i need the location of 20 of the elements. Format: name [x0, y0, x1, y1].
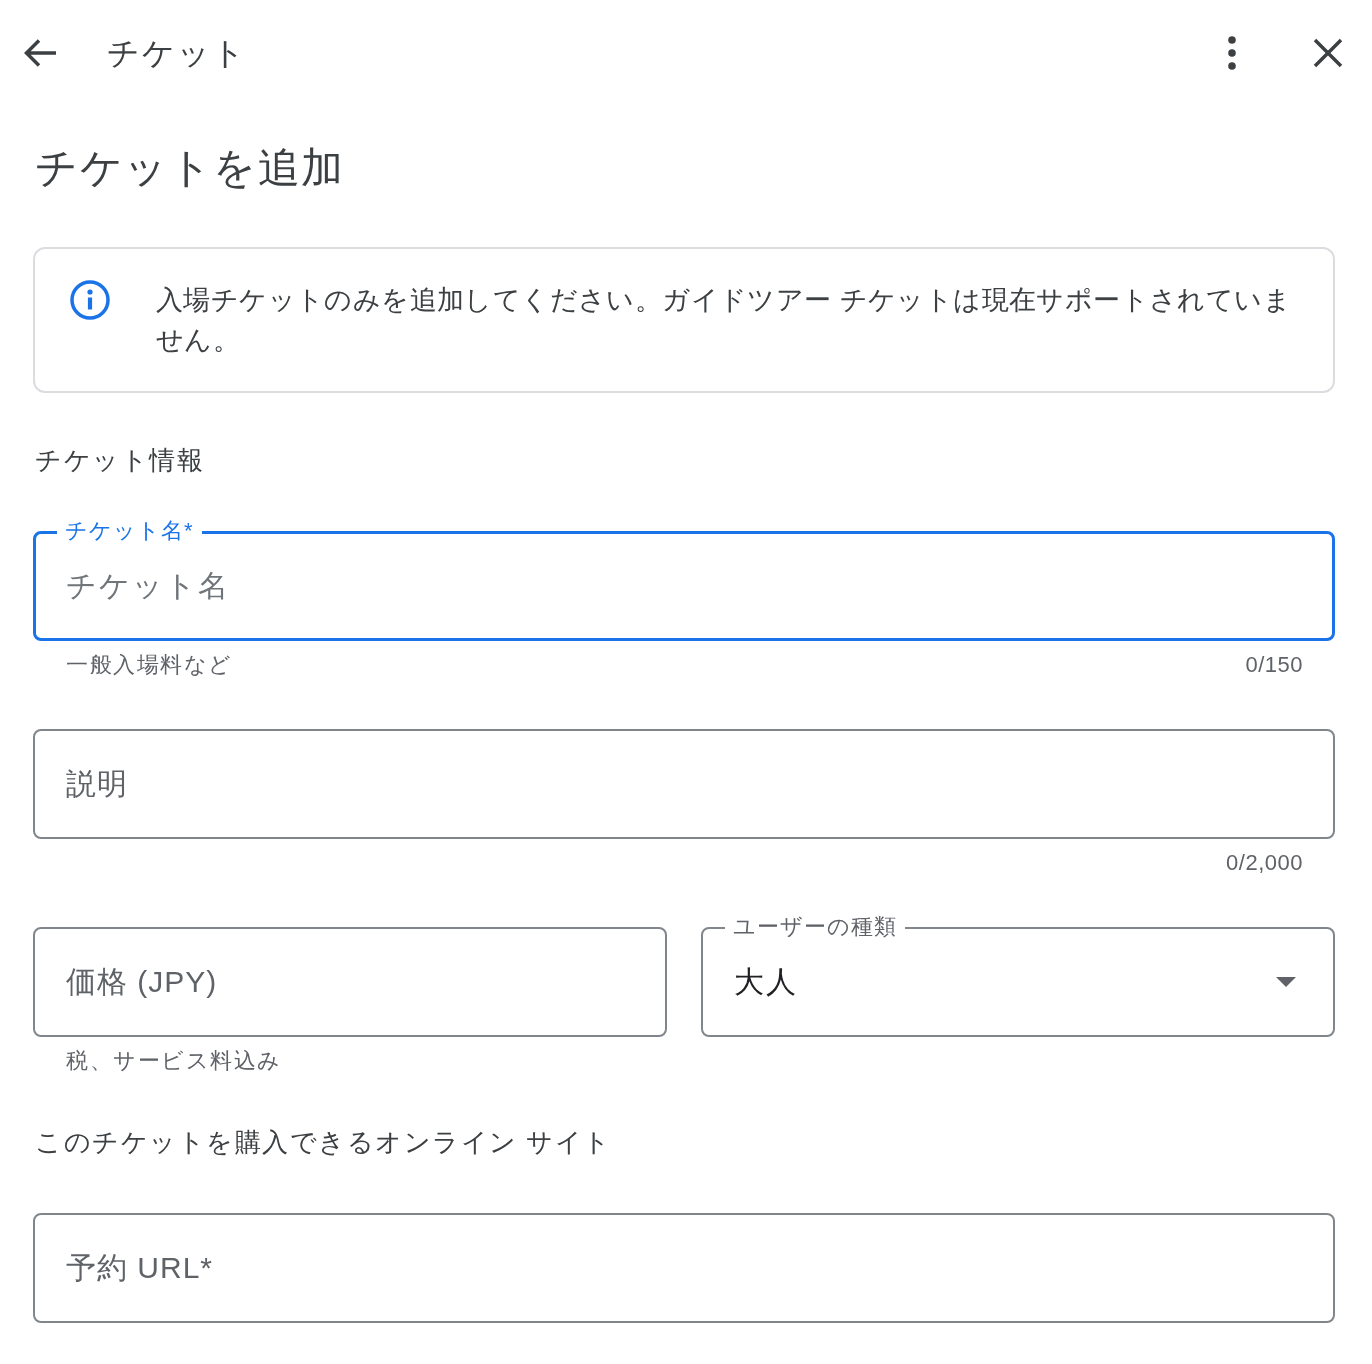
section-heading: このチケットを購入できるオンライン サイト [35, 1126, 613, 1159]
info-icon [70, 280, 110, 320]
helper-text: 税、サービス料込み [66, 1047, 282, 1075]
caret-down-icon [1276, 977, 1296, 987]
field-label: 予約 URL* [66, 1250, 214, 1286]
more-options-icon [1228, 36, 1236, 70]
character-counter: 0/2,000 [1226, 850, 1303, 876]
helper-text: 一般入場料など [66, 651, 233, 679]
character-counter: 0/150 [1245, 652, 1303, 678]
text-field[interactable] [33, 927, 667, 1037]
text-field[interactable] [33, 1213, 1335, 1323]
notice-text: 入場チケットのみを追加してください。ガイドツアー チケットは現在サポートされていません。 [156, 284, 1292, 357]
text-field[interactable] [33, 729, 1335, 839]
field-label: 説明 [66, 766, 128, 802]
page-heading: チケットを追加 [35, 143, 346, 193]
close-icon [1313, 38, 1343, 68]
dialog-title: チケット [107, 34, 247, 73]
field-label: 価格 (JPY) [66, 964, 218, 1000]
back-arrow-icon [23, 38, 57, 68]
section-heading: チケット情報 [35, 444, 205, 477]
